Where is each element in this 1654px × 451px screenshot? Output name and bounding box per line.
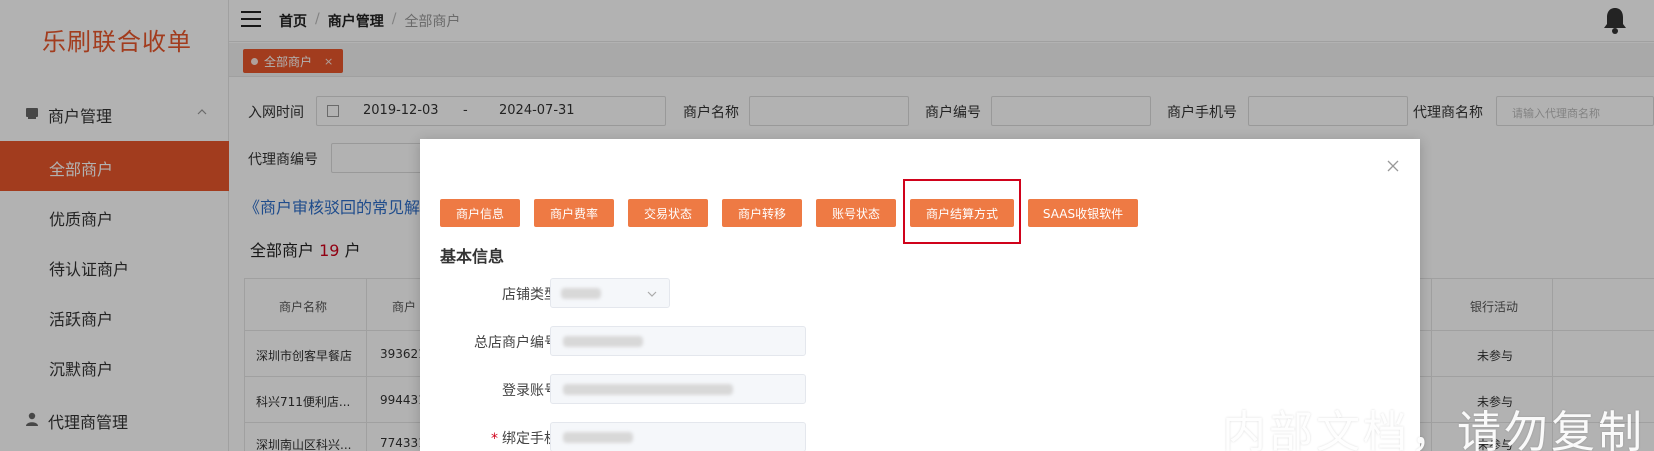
merchant-info-button[interactable]: 商户信息 [440,199,520,227]
login-account-label: 登录账号 [438,380,558,400]
redacted-value [563,384,733,395]
redacted-value [563,432,633,443]
chevron-down-icon [647,291,657,297]
highlight-box [903,179,1021,244]
section-title-basic-info: 基本信息 [440,247,505,266]
merchant-rate-button[interactable]: 商户费率 [534,199,614,227]
account-status-button[interactable]: 账号状态 [816,199,896,227]
hq-merchant-no-field[interactable] [550,326,806,356]
login-account-field[interactable] [550,374,806,404]
redacted-value [563,336,643,347]
merchant-transfer-button[interactable]: 商户转移 [722,199,802,227]
saas-software-button[interactable]: SAAS收银软件 [1028,199,1138,227]
hq-merchant-no-label-text: 总店商户编号 [474,335,558,351]
store-type-label: 店铺类型 [438,284,558,304]
bound-phone-label: * 绑定手机 [438,428,558,448]
store-type-select[interactable] [550,278,670,308]
close-icon[interactable] [1386,159,1400,173]
watermark-text: 内部文档，请勿复制 [1222,407,1645,451]
hq-merchant-no-label: 总店商户编号 [438,332,558,352]
bound-phone-field[interactable] [550,422,806,451]
trade-status-button[interactable]: 交易状态 [628,199,708,227]
required-asterisk: * [491,431,498,447]
redacted-value [561,288,601,299]
